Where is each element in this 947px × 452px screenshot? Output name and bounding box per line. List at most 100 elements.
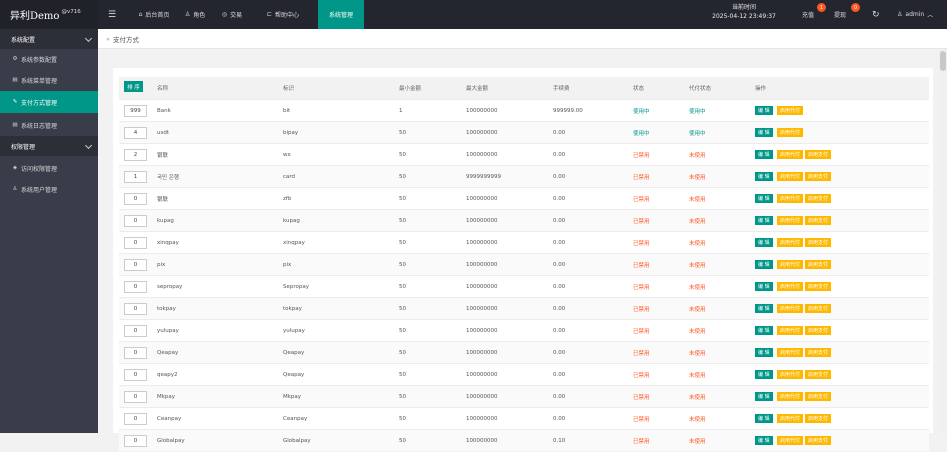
sort-input[interactable]: 0 bbox=[124, 303, 147, 315]
edit-button[interactable]: 编 辑 bbox=[755, 304, 773, 313]
cell-fee: 0.00 bbox=[553, 174, 566, 180]
cell-min: 50 bbox=[399, 328, 406, 334]
recharge-button[interactable]: 充值 bbox=[802, 0, 814, 29]
edit-button[interactable]: 编 辑 bbox=[755, 128, 773, 137]
cell-min: 50 bbox=[399, 174, 406, 180]
cell-min: 50 bbox=[399, 372, 406, 378]
sort-input[interactable]: 0 bbox=[124, 193, 147, 205]
enable-payment-button[interactable]: 启用支付 bbox=[805, 216, 832, 225]
edit-button[interactable]: 编 辑 bbox=[755, 282, 773, 291]
nav-help[interactable]: ⊏ 帮助中心 bbox=[254, 0, 312, 29]
table-row: 0 pix pix 50 100000000 0.00 已禁用 未使用 编 辑启用代付 启用支付 bbox=[119, 253, 929, 275]
sidebar-group-system-config[interactable]: 系统配置 bbox=[0, 29, 98, 49]
enable-payout-button[interactable]: 启用代付 bbox=[777, 282, 804, 291]
sort-input[interactable]: 0 bbox=[124, 237, 147, 249]
cell-payout-status: 未使用 bbox=[689, 219, 706, 225]
enable-payout-button[interactable]: 启用代付 bbox=[777, 326, 804, 335]
menu-toggle-icon[interactable]: ☰ bbox=[104, 0, 120, 29]
user-menu[interactable]: ♙ admin ︿ bbox=[897, 0, 933, 29]
enable-payout-button[interactable]: 启用代付 bbox=[777, 348, 804, 357]
sidebar-item-payment-methods[interactable]: ✎ 支付方式管理 bbox=[0, 91, 98, 113]
enable-payout-button[interactable]: 启用代付 bbox=[777, 238, 804, 247]
sidebar-item-system-params[interactable]: ⚙ 系统参数配置 bbox=[0, 49, 98, 69]
enable-payment-button[interactable]: 启用支付 bbox=[805, 238, 832, 247]
sidebar-group-permissions[interactable]: 权限管理 bbox=[0, 136, 98, 156]
refresh-icon[interactable]: ↻ bbox=[872, 0, 880, 29]
edit-button[interactable]: 编 辑 bbox=[755, 260, 773, 269]
enable-payment-button[interactable]: 启用支付 bbox=[805, 172, 832, 181]
enable-payout-button[interactable]: 启用代付 bbox=[777, 392, 804, 401]
nav-home[interactable]: ⌂ 后台首页 bbox=[131, 0, 177, 29]
enable-payout-button[interactable]: 启用代付 bbox=[777, 172, 804, 181]
cell-status: 已禁用 bbox=[633, 307, 650, 313]
sort-input[interactable]: 0 bbox=[124, 435, 147, 447]
sort-input[interactable]: 0 bbox=[124, 347, 147, 359]
enable-payment-button[interactable]: 启用支付 bbox=[805, 194, 832, 203]
nav-role[interactable]: ♙ 角色 bbox=[178, 0, 212, 29]
edit-button[interactable]: 编 辑 bbox=[755, 436, 773, 445]
sort-input[interactable]: 1 bbox=[124, 171, 147, 183]
edit-button[interactable]: 编 辑 bbox=[755, 348, 773, 357]
enable-payment-button[interactable]: 启用支付 bbox=[805, 282, 832, 291]
withdraw-label: 提现 bbox=[834, 12, 847, 19]
enable-payment-button[interactable]: 启用支付 bbox=[805, 436, 832, 445]
sort-input[interactable]: 0 bbox=[124, 259, 147, 271]
edit-button[interactable]: 编 辑 bbox=[755, 106, 773, 115]
enable-payout-button[interactable]: 启用代付 bbox=[777, 216, 804, 225]
sort-input[interactable]: 0 bbox=[124, 413, 147, 425]
edit-button[interactable]: 编 辑 bbox=[755, 150, 773, 159]
enable-payout-button[interactable]: 启用代付 bbox=[777, 414, 804, 423]
enable-payout-button[interactable]: 启用代付 bbox=[777, 194, 804, 203]
withdraw-button[interactable]: 提现 bbox=[834, 0, 846, 29]
edit-button[interactable]: 编 辑 bbox=[755, 238, 773, 247]
cell-name: Bank bbox=[157, 108, 171, 114]
enable-payout-button[interactable]: 启用代付 bbox=[777, 370, 804, 379]
sidebar-item-system-logs[interactable]: ▤ 系统日志管理 bbox=[0, 115, 98, 135]
enable-payment-button[interactable]: 启用支付 bbox=[805, 370, 832, 379]
sort-input[interactable]: 0 bbox=[124, 281, 147, 293]
enable-payment-button[interactable]: 启用支付 bbox=[805, 260, 832, 269]
edit-button[interactable]: 编 辑 bbox=[755, 370, 773, 379]
sidebar-item-label: 权限管理 bbox=[11, 143, 36, 151]
sidebar-item-menu-manage[interactable]: ▤ 系统菜单管理 bbox=[0, 70, 98, 90]
sort-button[interactable]: 排 序 bbox=[124, 81, 143, 92]
nav-trade[interactable]: ◎ 交易 bbox=[215, 0, 249, 29]
sort-input[interactable]: 4 bbox=[124, 127, 147, 139]
edit-button[interactable]: 编 辑 bbox=[755, 326, 773, 335]
edit-button[interactable]: 编 辑 bbox=[755, 414, 773, 423]
enable-payment-button[interactable]: 启用支付 bbox=[805, 304, 832, 313]
edit-button[interactable]: 编 辑 bbox=[755, 194, 773, 203]
cell-code: Sepropay bbox=[283, 284, 309, 290]
enable-payment-button[interactable]: 启用支付 bbox=[805, 392, 832, 401]
enable-payment-button[interactable]: 启用支付 bbox=[805, 326, 832, 335]
enable-payment-button[interactable]: 启用支付 bbox=[805, 348, 832, 357]
scrollbar[interactable] bbox=[939, 49, 947, 433]
log-icon: ▤ bbox=[12, 122, 18, 128]
sort-input[interactable]: 0 bbox=[124, 369, 147, 381]
edit-button[interactable]: 编 辑 bbox=[755, 216, 773, 225]
sort-input[interactable]: 999 bbox=[124, 105, 147, 117]
nav-system[interactable]: 系统管理 bbox=[318, 0, 364, 29]
enable-payout-button[interactable]: 启用代付 bbox=[777, 150, 804, 159]
enable-payout-button[interactable]: 启用代付 bbox=[777, 260, 804, 269]
enable-payout-button[interactable]: 启用代付 bbox=[777, 106, 804, 115]
edit-button[interactable]: 编 辑 bbox=[755, 392, 773, 401]
nav-trade-label: 交易 bbox=[230, 12, 243, 19]
app-logo[interactable]: 异利Demo @v716 bbox=[0, 0, 98, 29]
recharge-badge: 1 bbox=[817, 3, 826, 12]
edit-button[interactable]: 编 辑 bbox=[755, 172, 773, 181]
enable-payment-button[interactable]: 启用支付 bbox=[805, 150, 832, 159]
sort-input[interactable]: 0 bbox=[124, 215, 147, 227]
breadcrumb-current[interactable]: 支付方式 bbox=[113, 34, 139, 44]
sort-input[interactable]: 0 bbox=[124, 325, 147, 337]
sort-input[interactable]: 0 bbox=[124, 391, 147, 403]
enable-payment-button[interactable]: 启用支付 bbox=[805, 414, 832, 423]
sidebar-item-users[interactable]: ♙ 系统用户管理 bbox=[0, 179, 98, 199]
sidebar-item-access-control[interactable]: ◈ 访问权限管理 bbox=[0, 158, 98, 178]
scrollbar-thumb[interactable] bbox=[940, 51, 946, 71]
table-header bbox=[119, 77, 929, 99]
enable-payout-button[interactable]: 启用代付 bbox=[777, 304, 804, 313]
enable-payout-button[interactable]: 启用代付 bbox=[777, 436, 804, 445]
enable-payout-button[interactable]: 启用代付 bbox=[777, 128, 804, 137]
sort-input[interactable]: 2 bbox=[124, 149, 147, 161]
